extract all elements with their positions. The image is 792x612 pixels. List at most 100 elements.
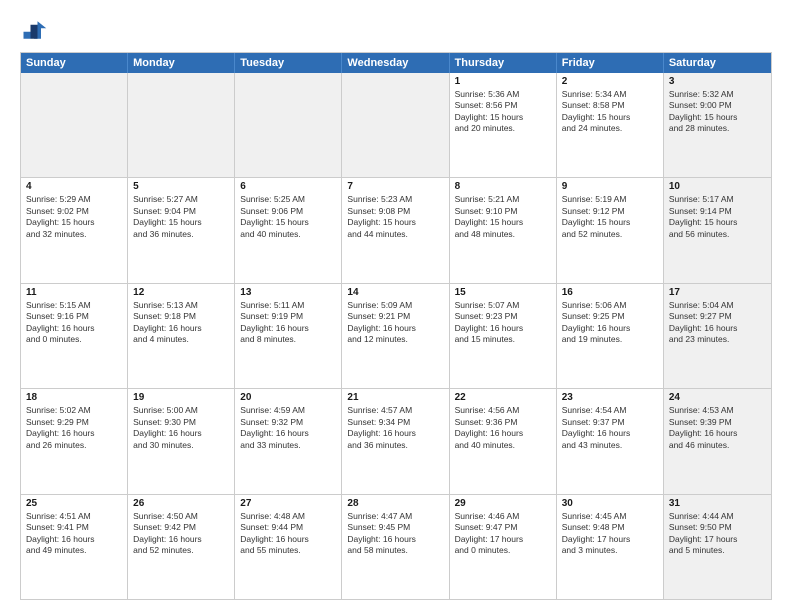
- day-cell-22: 22 Sunrise: 4:56 AM Sunset: 9:36 PM Dayli…: [450, 389, 557, 493]
- day-number: 10: [669, 181, 766, 192]
- header-day-tuesday: Tuesday: [235, 53, 342, 73]
- day-number: 4: [26, 181, 122, 192]
- day-cell-29: 29Sunrise: 4:46 AM Sunset: 9:47 PM Dayli…: [450, 495, 557, 599]
- day-number: 21: [347, 392, 443, 403]
- day-number: 17: [669, 287, 766, 298]
- header-day-wednesday: Wednesday: [342, 53, 449, 73]
- day-info: Sunrise: 4:45 AM Sunset: 9:48 PM Dayligh…: [562, 511, 658, 557]
- day-info: Sunrise: 5:19 AM Sunset: 9:12 PM Dayligh…: [562, 194, 658, 240]
- header-day-sunday: Sunday: [21, 53, 128, 73]
- day-info: Sunrise: 4:56 AM Sunset: 9:36 PM Dayligh…: [455, 405, 551, 451]
- day-cell-7: 7 Sunrise: 5:23 AM Sunset: 9:08 PM Daylig…: [342, 178, 449, 282]
- day-number: 26: [133, 498, 229, 509]
- day-cell-21: 21 Sunrise: 4:57 AM Sunset: 9:34 PM Dayli…: [342, 389, 449, 493]
- day-cell-28: 28 Sunrise: 4:47 AM Sunset: 9:45 PM Dayli…: [342, 495, 449, 599]
- day-cell-30: 30 Sunrise: 4:45 AM Sunset: 9:48 PM Dayli…: [557, 495, 664, 599]
- day-number: 24: [669, 392, 766, 403]
- day-cell-6: 6 Sunrise: 5:25 AM Sunset: 9:06 PM Daylig…: [235, 178, 342, 282]
- day-cell-12: 12 Sunrise: 5:13 AM Sunset: 9:18 PM Dayli…: [128, 284, 235, 388]
- day-number: 11: [26, 287, 122, 298]
- week-row-2: 4 Sunrise: 5:29 AM Sunset: 9:02 PM Daylig…: [21, 177, 771, 282]
- day-number: 15: [455, 287, 551, 298]
- day-info: Sunrise: 5:02 AM Sunset: 9:29 PM Dayligh…: [26, 405, 122, 451]
- week-row-1: 1Sunrise: 5:36 AM Sunset: 8:56 PM Daylig…: [21, 73, 771, 177]
- day-number: 3: [669, 76, 766, 87]
- day-info: Sunrise: 4:57 AM Sunset: 9:34 PM Dayligh…: [347, 405, 443, 451]
- day-cell-13: 13 Sunrise: 5:11 AM Sunset: 9:19 PM Dayli…: [235, 284, 342, 388]
- logo-icon: [20, 16, 48, 44]
- day-info: Sunrise: 4:44 AM Sunset: 9:50 PM Dayligh…: [669, 511, 766, 557]
- day-number: 22: [455, 392, 551, 403]
- week-row-5: 25 Sunrise: 4:51 AM Sunset: 9:41 PM Dayli…: [21, 494, 771, 599]
- calendar-body: 1Sunrise: 5:36 AM Sunset: 8:56 PM Daylig…: [21, 73, 771, 599]
- day-cell-19: 19 Sunrise: 5:00 AM Sunset: 9:30 PM Dayli…: [128, 389, 235, 493]
- day-info: Sunrise: 4:46 AM Sunset: 9:47 PM Dayligh…: [455, 511, 551, 557]
- day-cell-27: 27 Sunrise: 4:48 AM Sunset: 9:44 PM Dayli…: [235, 495, 342, 599]
- day-info: Sunrise: 4:47 AM Sunset: 9:45 PM Dayligh…: [347, 511, 443, 557]
- day-info: Sunrise: 4:53 AM Sunset: 9:39 PM Dayligh…: [669, 405, 766, 451]
- day-cell-4: 4 Sunrise: 5:29 AM Sunset: 9:02 PM Daylig…: [21, 178, 128, 282]
- day-number: 19: [133, 392, 229, 403]
- day-number: 16: [562, 287, 658, 298]
- day-number: 18: [26, 392, 122, 403]
- day-number: 6: [240, 181, 336, 192]
- day-info: Sunrise: 5:17 AM Sunset: 9:14 PM Dayligh…: [669, 194, 766, 240]
- calendar-header: SundayMondayTuesdayWednesdayThursdayFrid…: [21, 53, 771, 73]
- logo: [20, 16, 52, 44]
- day-info: Sunrise: 4:59 AM Sunset: 9:32 PM Dayligh…: [240, 405, 336, 451]
- day-number: 27: [240, 498, 336, 509]
- day-number: 9: [562, 181, 658, 192]
- week-row-4: 18 Sunrise: 5:02 AM Sunset: 9:29 PM Dayli…: [21, 388, 771, 493]
- day-info: Sunrise: 5:09 AM Sunset: 9:21 PM Dayligh…: [347, 300, 443, 346]
- day-number: 28: [347, 498, 443, 509]
- day-cell-2: 2 Sunrise: 5:34 AM Sunset: 8:58 PM Daylig…: [557, 73, 664, 177]
- day-info: Sunrise: 5:00 AM Sunset: 9:30 PM Dayligh…: [133, 405, 229, 451]
- day-info: Sunrise: 5:25 AM Sunset: 9:06 PM Dayligh…: [240, 194, 336, 240]
- day-number: 13: [240, 287, 336, 298]
- calendar: SundayMondayTuesdayWednesdayThursdayFrid…: [20, 52, 772, 600]
- day-info: Sunrise: 5:34 AM Sunset: 8:58 PM Dayligh…: [562, 89, 658, 135]
- day-cell-9: 9 Sunrise: 5:19 AM Sunset: 9:12 PM Daylig…: [557, 178, 664, 282]
- day-cell-26: 26Sunrise: 4:50 AM Sunset: 9:42 PM Dayli…: [128, 495, 235, 599]
- page: SundayMondayTuesdayWednesdayThursdayFrid…: [0, 0, 792, 612]
- day-cell-3: 3Sunrise: 5:32 AM Sunset: 9:00 PM Daylig…: [664, 73, 771, 177]
- day-cell-20: 20 Sunrise: 4:59 AM Sunset: 9:32 PM Dayli…: [235, 389, 342, 493]
- day-info: Sunrise: 5:27 AM Sunset: 9:04 PM Dayligh…: [133, 194, 229, 240]
- empty-cell: [128, 73, 235, 177]
- empty-cell: [235, 73, 342, 177]
- day-info: Sunrise: 5:29 AM Sunset: 9:02 PM Dayligh…: [26, 194, 122, 240]
- day-info: Sunrise: 5:04 AM Sunset: 9:27 PM Dayligh…: [669, 300, 766, 346]
- day-info: Sunrise: 5:13 AM Sunset: 9:18 PM Dayligh…: [133, 300, 229, 346]
- day-cell-15: 15 Sunrise: 5:07 AM Sunset: 9:23 PM Dayli…: [450, 284, 557, 388]
- header-day-thursday: Thursday: [450, 53, 557, 73]
- header-day-saturday: Saturday: [664, 53, 771, 73]
- day-cell-14: 14Sunrise: 5:09 AM Sunset: 9:21 PM Dayli…: [342, 284, 449, 388]
- day-cell-18: 18 Sunrise: 5:02 AM Sunset: 9:29 PM Dayli…: [21, 389, 128, 493]
- day-number: 8: [455, 181, 551, 192]
- empty-cell: [21, 73, 128, 177]
- day-info: Sunrise: 5:11 AM Sunset: 9:19 PM Dayligh…: [240, 300, 336, 346]
- day-info: Sunrise: 5:21 AM Sunset: 9:10 PM Dayligh…: [455, 194, 551, 240]
- day-number: 30: [562, 498, 658, 509]
- day-info: Sunrise: 4:51 AM Sunset: 9:41 PM Dayligh…: [26, 511, 122, 557]
- empty-cell: [342, 73, 449, 177]
- day-info: Sunrise: 5:23 AM Sunset: 9:08 PM Dayligh…: [347, 194, 443, 240]
- day-info: Sunrise: 5:36 AM Sunset: 8:56 PM Dayligh…: [455, 89, 551, 135]
- day-info: Sunrise: 4:54 AM Sunset: 9:37 PM Dayligh…: [562, 405, 658, 451]
- day-info: Sunrise: 4:48 AM Sunset: 9:44 PM Dayligh…: [240, 511, 336, 557]
- week-row-3: 11Sunrise: 5:15 AM Sunset: 9:16 PM Dayli…: [21, 283, 771, 388]
- day-number: 25: [26, 498, 122, 509]
- day-number: 2: [562, 76, 658, 87]
- day-cell-5: 5 Sunrise: 5:27 AM Sunset: 9:04 PM Daylig…: [128, 178, 235, 282]
- day-info: Sunrise: 5:06 AM Sunset: 9:25 PM Dayligh…: [562, 300, 658, 346]
- day-number: 20: [240, 392, 336, 403]
- day-number: 31: [669, 498, 766, 509]
- day-number: 12: [133, 287, 229, 298]
- day-cell-17: 17 Sunrise: 5:04 AM Sunset: 9:27 PM Dayli…: [664, 284, 771, 388]
- day-cell-31: 31 Sunrise: 4:44 AM Sunset: 9:50 PM Dayli…: [664, 495, 771, 599]
- day-info: Sunrise: 5:07 AM Sunset: 9:23 PM Dayligh…: [455, 300, 551, 346]
- day-cell-10: 10 Sunrise: 5:17 AM Sunset: 9:14 PM Dayli…: [664, 178, 771, 282]
- day-number: 7: [347, 181, 443, 192]
- day-number: 5: [133, 181, 229, 192]
- day-cell-11: 11Sunrise: 5:15 AM Sunset: 9:16 PM Dayli…: [21, 284, 128, 388]
